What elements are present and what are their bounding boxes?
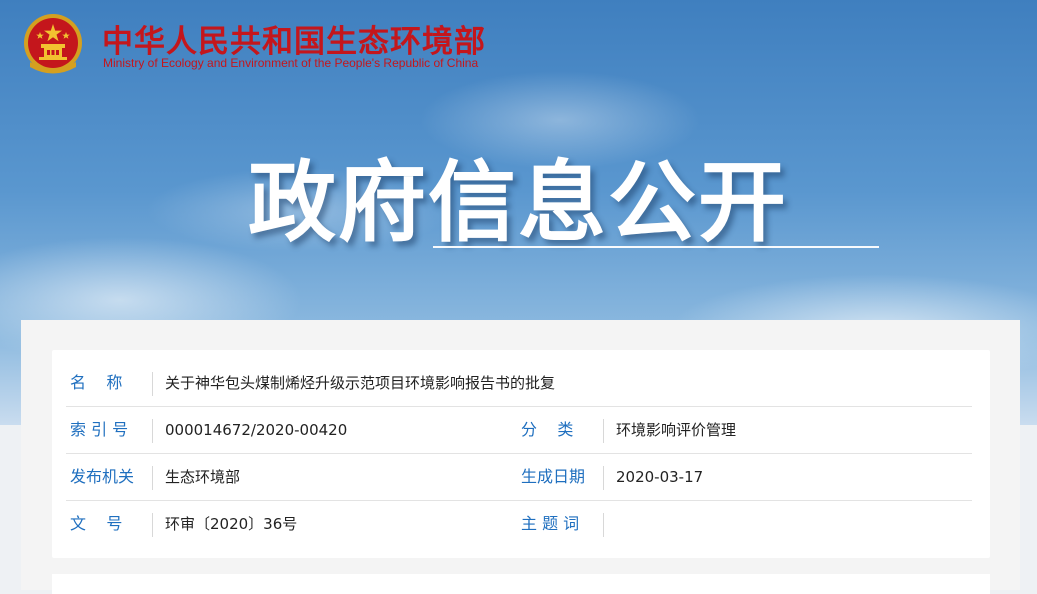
row-divider xyxy=(152,513,153,537)
national-emblem-icon xyxy=(24,14,82,74)
category-value: 环境影响评价管理 xyxy=(616,421,737,439)
index-value: 000014672/2020-00420 xyxy=(165,421,348,439)
date-value: 2020-03-17 xyxy=(616,468,704,486)
row-divider xyxy=(152,419,153,443)
hero-underline xyxy=(433,246,879,248)
row-divider xyxy=(152,372,153,396)
ministry-name-cn[interactable]: 中华人民共和国生态环境部 xyxy=(102,16,486,61)
publisher-label: 发布机关 xyxy=(70,467,135,486)
row-divider xyxy=(603,513,604,537)
docno-value: 环审〔2020〕36号 xyxy=(165,515,298,533)
docno-label: 文 号 xyxy=(70,514,123,533)
publisher-value: 生态环境部 xyxy=(165,468,241,486)
category-label: 分 类 xyxy=(521,420,574,439)
info-row-docno: 文 号 环审〔2020〕36号 主 题 词 xyxy=(66,501,972,547)
ministry-name-en[interactable]: Ministry of Ecology and Environment of t… xyxy=(103,56,478,70)
row-divider xyxy=(603,466,604,490)
next-section-card xyxy=(52,574,990,594)
name-label: 名 称 xyxy=(70,373,123,392)
document-info-table: 名 称 关于神华包头煤制烯烃升级示范项目环境影响报告书的批复 索 引 号 000… xyxy=(52,350,990,558)
row-divider xyxy=(152,466,153,490)
info-row-publisher: 发布机关 生态环境部 生成日期 2020-03-17 xyxy=(66,454,972,501)
index-label: 索 引 号 xyxy=(70,420,129,439)
name-value: 关于神华包头煤制烯烃升级示范项目环境影响报告书的批复 xyxy=(165,374,556,392)
date-label: 生成日期 xyxy=(521,467,586,486)
hero-title: 政府信息公开 xyxy=(248,151,789,254)
info-row-index: 索 引 号 000014672/2020-00420 分 类 环境影响评价管理 xyxy=(66,407,972,454)
info-row-name: 名 称 关于神华包头煤制烯烃升级示范项目环境影响报告书的批复 xyxy=(66,360,972,407)
row-divider xyxy=(603,419,604,443)
subject-label: 主 题 词 xyxy=(521,514,580,533)
